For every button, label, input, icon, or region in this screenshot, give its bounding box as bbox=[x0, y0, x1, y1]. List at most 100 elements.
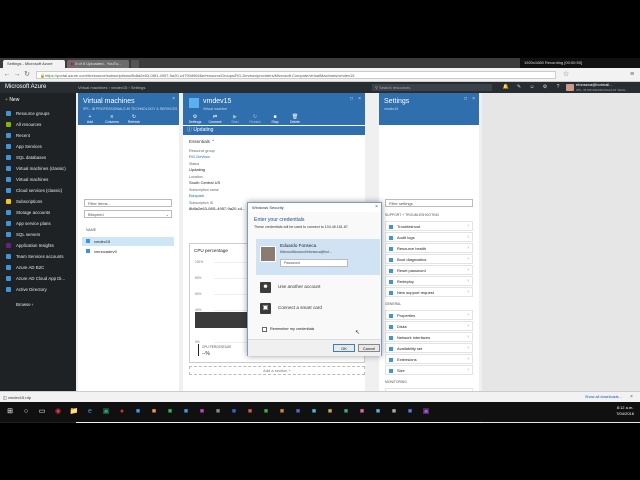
remote-desktop-icon[interactable]: ▣ bbox=[420, 405, 432, 419]
close-icon[interactable]: × bbox=[630, 394, 633, 401]
app-icon[interactable]: ■ bbox=[356, 405, 368, 419]
start-icon[interactable]: ⊞ bbox=[4, 405, 16, 419]
azure-brand[interactable]: Microsoft Azure bbox=[5, 82, 46, 93]
smart-card-option[interactable]: ▣ Connect a smart card bbox=[256, 300, 378, 317]
app-icon[interactable]: ■ bbox=[276, 405, 288, 419]
add-button[interactable]: + Add bbox=[80, 115, 100, 125]
app-icon[interactable]: ■ bbox=[372, 405, 384, 419]
download-item[interactable]: ◫ vmdev15.rdp bbox=[3, 394, 63, 401]
close-icon[interactable]: × bbox=[375, 203, 378, 212]
table-row[interactable]: vmnovadev9 bbox=[82, 247, 174, 256]
resource-search-input[interactable]: ⚲ Search resources bbox=[372, 84, 492, 91]
notifications-icon[interactable]: 🔔 bbox=[502, 84, 510, 91]
settings-item[interactable]: Extensions › bbox=[385, 354, 473, 364]
cancel-button[interactable]: Cancel bbox=[358, 344, 380, 352]
pin-icon[interactable]: □ bbox=[350, 96, 353, 102]
nav-item[interactable]: Active Directory bbox=[0, 284, 76, 295]
stop-button[interactable]: ■ Stop bbox=[265, 115, 285, 125]
nav-item[interactable]: Virtual machines bbox=[0, 174, 76, 185]
smiley-icon[interactable]: ☺ bbox=[528, 84, 536, 91]
task-view-icon[interactable]: ▭ bbox=[36, 405, 48, 419]
essentials-toggle[interactable]: Essentials ⌃ bbox=[189, 139, 215, 145]
nav-item[interactable]: Recent bbox=[0, 130, 76, 141]
app-icon[interactable]: ■ bbox=[324, 405, 336, 419]
gear-icon[interactable]: ⚙ bbox=[541, 84, 549, 91]
delete-button[interactable]: 🗑 Delete bbox=[285, 115, 305, 125]
filter-input[interactable]: Filter items... bbox=[84, 199, 172, 207]
nav-item[interactable]: SQL databases bbox=[0, 152, 76, 163]
nav-item[interactable]: Azure AD Cloud App Di... bbox=[0, 273, 76, 284]
settings-item[interactable]: Size › bbox=[385, 365, 473, 375]
columns-button[interactable]: ≡ Columns bbox=[102, 115, 122, 125]
app-icon[interactable]: ■ bbox=[212, 405, 224, 419]
settings-item[interactable]: Properties › bbox=[385, 310, 473, 320]
file-explorer-icon[interactable]: 📁 bbox=[68, 405, 80, 419]
menu-icon[interactable]: ≡ bbox=[628, 71, 636, 79]
close-icon[interactable]: × bbox=[172, 96, 175, 102]
show-all-downloads-link[interactable]: Show all downloads... bbox=[585, 394, 622, 401]
table-row[interactable]: vmdev15 bbox=[82, 237, 174, 246]
connect-button[interactable]: ⇄ Connect bbox=[205, 115, 225, 125]
add-section-button[interactable]: Add a section + bbox=[189, 366, 365, 375]
breadcrumb-item[interactable]: Settings bbox=[131, 85, 145, 90]
nav-item[interactable]: Virtual machines (classic) bbox=[0, 163, 76, 174]
user-info[interactable]: efonseca@hotmail... IPS - IB PROFESSIONA… bbox=[576, 82, 628, 92]
nav-item[interactable]: App Services bbox=[0, 141, 76, 152]
credential-tile[interactable]: Eduardo Fonseca MicrosoftAccount\efonsec… bbox=[256, 239, 380, 275]
app-icon[interactable]: ■ bbox=[340, 405, 352, 419]
nav-item[interactable]: Resource groups bbox=[0, 108, 76, 119]
avatar[interactable] bbox=[566, 84, 574, 91]
nav-item[interactable]: App service plans bbox=[0, 218, 76, 229]
star-icon[interactable]: ☆ bbox=[562, 71, 570, 79]
settings-item[interactable]: New support request › bbox=[385, 287, 473, 297]
new-button[interactable]: + New bbox=[0, 95, 76, 106]
nav-item[interactable]: Storage accounts bbox=[0, 207, 76, 218]
nav-item[interactable]: All resources bbox=[0, 119, 76, 130]
nav-item[interactable]: Application Insights bbox=[0, 240, 76, 251]
start-button[interactable]: ▶ Start bbox=[225, 115, 245, 125]
search-icon[interactable]: ○ bbox=[20, 405, 32, 419]
ok-button[interactable]: OK bbox=[333, 344, 355, 352]
app-icon[interactable]: ■ bbox=[228, 405, 240, 419]
store-icon[interactable]: ▣ bbox=[100, 405, 112, 419]
back-icon[interactable]: ← bbox=[3, 71, 11, 79]
close-icon[interactable]: × bbox=[358, 96, 361, 102]
app-icon[interactable]: ■ bbox=[164, 405, 176, 419]
restart-button[interactable]: ↻ Restart bbox=[245, 115, 265, 125]
nav-item[interactable]: Cloud services (classic) bbox=[0, 185, 76, 196]
breadcrumb-item[interactable]: vmdev15 bbox=[111, 85, 127, 90]
system-clock[interactable]: 8:12 a.m. 7/04/2016 bbox=[616, 405, 634, 417]
settings-item[interactable]: Availability set › bbox=[385, 343, 473, 353]
chrome-icon[interactable]: ◉ bbox=[52, 405, 64, 419]
settings-item[interactable]: Reset password › bbox=[385, 265, 473, 275]
settings-item[interactable]: Disks › bbox=[385, 321, 473, 331]
remember-checkbox[interactable] bbox=[262, 327, 267, 332]
app-icon[interactable]: ■ bbox=[292, 405, 304, 419]
app-icon[interactable]: ■ bbox=[244, 405, 256, 419]
app-icon[interactable]: ■ bbox=[148, 405, 160, 419]
settings-item[interactable]: Boot diagnostics › bbox=[385, 254, 473, 264]
app-icon[interactable]: ■ bbox=[196, 405, 208, 419]
field-value[interactable]: Bizspark bbox=[189, 193, 204, 198]
help-icon[interactable]: ? bbox=[554, 84, 562, 91]
app-icon[interactable]: ■ bbox=[260, 405, 272, 419]
nav-item[interactable]: Team Services accounts bbox=[0, 251, 76, 262]
settings-button[interactable]: ⚙ Settings bbox=[185, 115, 205, 125]
browse-button[interactable]: Browse › bbox=[0, 299, 76, 310]
reload-icon[interactable]: ↻ bbox=[23, 71, 31, 79]
close-icon[interactable]: × bbox=[472, 96, 475, 102]
settings-item[interactable]: Redeploy › bbox=[385, 276, 473, 286]
url-input[interactable]: 🔒https://portal.azure.com/#resource/subs… bbox=[36, 71, 556, 79]
app-icon[interactable]: ■ bbox=[388, 405, 400, 419]
settings-item[interactable]: Network interfaces › bbox=[385, 332, 473, 342]
app-icon[interactable]: ■ bbox=[180, 405, 192, 419]
refresh-button[interactable]: ↻ Refresh bbox=[124, 115, 144, 125]
forward-icon[interactable]: → bbox=[13, 71, 21, 79]
edge-icon[interactable]: e bbox=[84, 405, 96, 419]
app-icon[interactable]: ● bbox=[116, 405, 128, 419]
cloud-shell-icon[interactable]: ✎ bbox=[515, 84, 523, 91]
settings-filter-input[interactable]: Filter settings bbox=[385, 199, 473, 207]
pin-icon[interactable]: □ bbox=[464, 96, 467, 102]
breadcrumb-item[interactable]: Virtual machines bbox=[78, 85, 108, 90]
new-tab-button[interactable] bbox=[131, 60, 139, 68]
